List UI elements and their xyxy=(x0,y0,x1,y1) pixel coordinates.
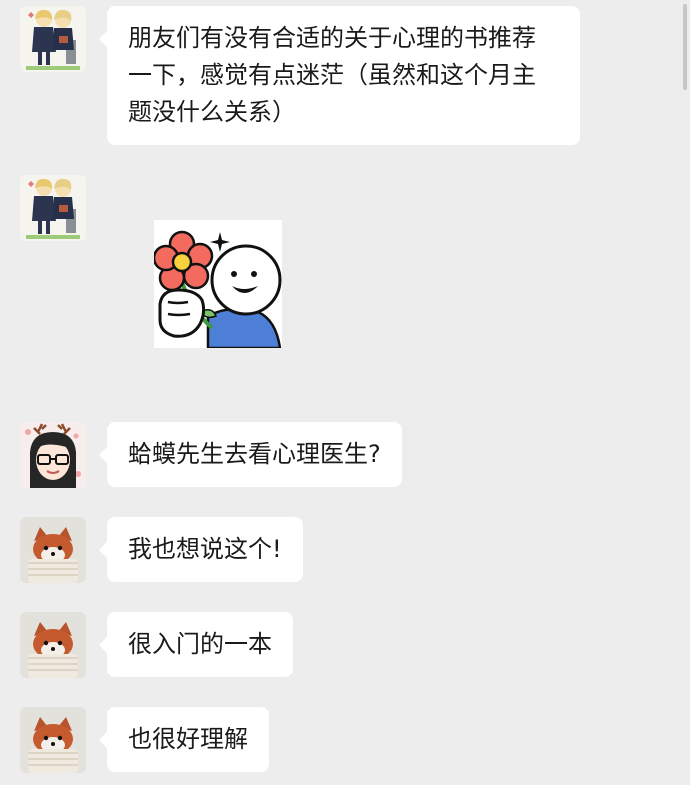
message-bubble[interactable]: 也很好理解 xyxy=(99,707,269,772)
red-panda-avatar[interactable] xyxy=(20,517,86,583)
red-panda-avatar[interactable] xyxy=(20,707,86,773)
red-panda-icon xyxy=(20,612,86,678)
message-bubble[interactable]: 蛤蟆先生去看心理医生? xyxy=(99,422,402,487)
message-row xyxy=(20,175,282,348)
anime-couple-icon xyxy=(20,175,86,241)
flower-smiley-icon xyxy=(154,220,282,348)
message-text: 很入门的一本 xyxy=(128,630,272,658)
message-bubble[interactable]: 我也想说这个! xyxy=(99,517,303,582)
scrollbar[interactable] xyxy=(683,4,687,90)
message-bubble[interactable]: 很入门的一本 xyxy=(99,612,293,677)
message-text: 朋友们有没有合适的关于心理的书推荐一下，感觉有点迷茫（虽然和这个月主题没什么关系… xyxy=(128,24,536,126)
red-panda-icon xyxy=(20,707,86,773)
message-text: 蛤蟆先生去看心理医生? xyxy=(128,440,381,468)
message-row: 我也想说这个! xyxy=(20,517,303,583)
message-bubble[interactable]: 朋友们有没有合适的关于心理的书推荐一下，感觉有点迷茫（虽然和这个月主题没什么关系… xyxy=(99,6,580,145)
anime-couple-icon xyxy=(20,6,86,72)
message-row: 也很好理解 xyxy=(20,707,269,773)
message-text: 我也想说这个! xyxy=(128,535,282,563)
flower-smiley-sticker[interactable] xyxy=(154,220,282,348)
anime-couple-avatar[interactable] xyxy=(20,6,86,72)
message-row: 蛤蟆先生去看心理医生? xyxy=(20,422,402,488)
anime-couple-avatar[interactable] xyxy=(20,175,86,241)
message-text: 也很好理解 xyxy=(128,725,248,753)
red-panda-avatar[interactable] xyxy=(20,612,86,678)
red-panda-icon xyxy=(20,517,86,583)
message-row: 朋友们有没有合适的关于心理的书推荐一下，感觉有点迷茫（虽然和这个月主题没什么关系… xyxy=(20,6,580,145)
message-row: 很入门的一本 xyxy=(20,612,293,678)
glasses-girl-avatar[interactable] xyxy=(20,422,86,488)
glasses-girl-icon xyxy=(20,422,86,488)
